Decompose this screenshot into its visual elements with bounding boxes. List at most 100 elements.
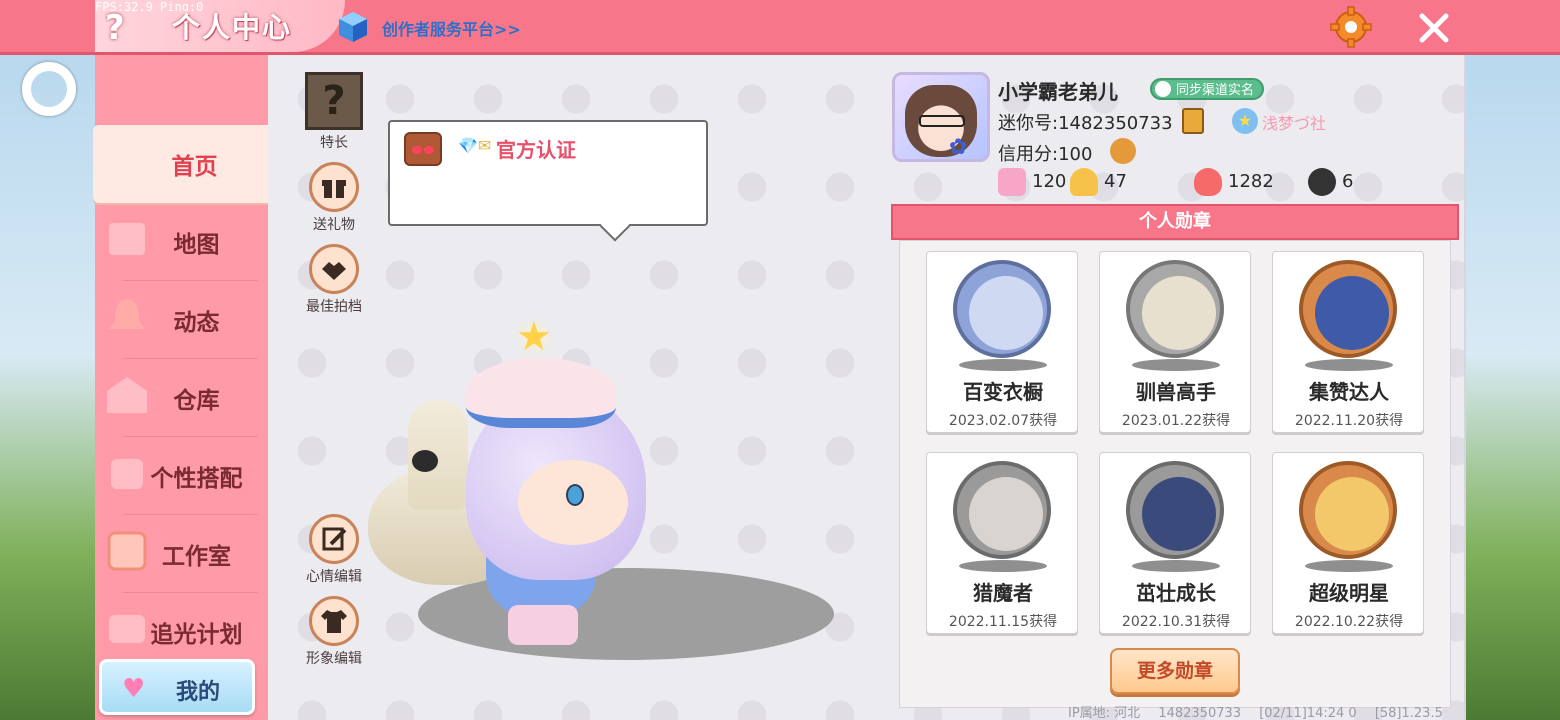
edit-icon xyxy=(309,514,359,564)
medal-card[interactable]: 百变衣橱 2023.02.07获得 xyxy=(926,251,1078,433)
stat-value: 47 xyxy=(1104,171,1127,192)
sidebar-item-label: 追光计划 xyxy=(150,622,243,648)
sidebar-item-warehouse[interactable]: 仓库 xyxy=(95,359,268,437)
scenery-background-right xyxy=(1465,55,1560,720)
medal-wardrobe-icon xyxy=(953,260,1051,358)
sidebar-item-label: 首页 xyxy=(171,154,218,180)
swan-pet-beak xyxy=(412,450,438,472)
medal-section-header: 个人勋章 xyxy=(891,204,1459,240)
realname-badge-text: 同步渠道实名 xyxy=(1176,83,1255,98)
handshake-icon xyxy=(309,244,359,294)
medal-date: 2022.11.20获得 xyxy=(1294,413,1404,429)
shirt-icon xyxy=(309,596,359,646)
medal-card[interactable]: 集赞达人 2022.11.20获得 xyxy=(1272,251,1424,433)
medal-date: 2023.01.22获得 xyxy=(1121,413,1231,429)
medal-hunter-icon xyxy=(953,461,1051,559)
rose-icon: ✿ xyxy=(949,135,968,160)
mood-edit-label: 心情编辑 xyxy=(306,569,362,585)
status-bubble: 💎✉ 官方认证 xyxy=(388,120,708,242)
medal-card[interactable]: 驯兽高手 2023.01.22获得 xyxy=(1099,251,1251,433)
scenery-background-left xyxy=(0,55,95,720)
sidebar-item-feed[interactable]: 动态 xyxy=(95,281,268,359)
top-bar: FPS:32.9 Ping:0 ? 个人中心 创作者服务平台>> xyxy=(0,0,1560,55)
sidebar-item-label: 我的 xyxy=(176,680,221,705)
medal-tamer-icon xyxy=(1126,260,1224,358)
sidebar-item-mine[interactable]: ♥ 我的 xyxy=(99,659,255,715)
best-partner-button[interactable]: 最佳拍档 xyxy=(296,244,372,316)
stat-value: 120 xyxy=(1032,171,1067,192)
medal-pedestal xyxy=(1305,560,1393,572)
gem-badge-icon: 💎✉ xyxy=(458,136,492,155)
official-verified-text: 官方认证 xyxy=(496,138,576,162)
hearts-icon xyxy=(1308,168,1336,196)
more-medals-button[interactable]: 更多勋章 xyxy=(1110,648,1240,694)
medal-date: 2022.10.22获得 xyxy=(1294,614,1404,630)
medal-date: 2022.10.31获得 xyxy=(1121,614,1231,630)
credit-score: 信用分:100 xyxy=(998,144,1093,165)
specialty-label: 特长 xyxy=(320,135,348,151)
help-icon[interactable]: ? xyxy=(105,8,125,48)
specialty-button[interactable]: ? 特长 xyxy=(296,72,372,152)
send-gift-label: 送礼物 xyxy=(313,217,355,233)
medal-date: 2022.11.15获得 xyxy=(948,614,1058,630)
medal-card[interactable]: 猎魔者 2022.11.15获得 xyxy=(926,452,1078,634)
medal-pedestal xyxy=(959,560,1047,572)
plus-card-icon xyxy=(998,168,1026,196)
fans-icon xyxy=(1070,168,1098,196)
character-hat xyxy=(466,358,616,428)
person-icon[interactable] xyxy=(1110,138,1136,164)
best-partner-label: 最佳拍档 xyxy=(306,299,362,315)
character-legs xyxy=(508,605,578,645)
clan-star-icon[interactable]: ★ xyxy=(1232,108,1258,134)
glasses-icon xyxy=(919,115,965,127)
stat-value: 6 xyxy=(1342,171,1354,192)
avatar[interactable]: ✿ xyxy=(892,72,990,162)
record-button-icon[interactable] xyxy=(22,62,76,116)
medal-pedestal xyxy=(1305,359,1393,371)
medal-name: 猎魔者 xyxy=(973,581,1033,605)
medal-pedestal xyxy=(1132,359,1220,371)
sidebar-item-studio[interactable]: 工作室 xyxy=(95,515,268,593)
medal-date: 2023.02.07获得 xyxy=(948,413,1058,429)
page-title: 个人中心 xyxy=(172,11,293,44)
gear-icon[interactable] xyxy=(1330,6,1372,48)
sidebar-item-outfit[interactable]: 个性搭配 xyxy=(95,437,268,515)
look-edit-label: 形象编辑 xyxy=(306,651,362,667)
medal-name: 超级明星 xyxy=(1309,581,1389,605)
medal-growth-icon xyxy=(1126,461,1224,559)
send-gift-button[interactable]: 送礼物 xyxy=(296,162,372,234)
sidebar-item-label: 个性搭配 xyxy=(150,466,243,492)
character-eye xyxy=(566,484,584,506)
medal-name: 百变衣橱 xyxy=(963,380,1043,404)
ip-location: IP属地: 河北 xyxy=(1068,706,1141,720)
close-icon[interactable] xyxy=(1416,10,1452,46)
footer-time: [02/11]14:24 0 xyxy=(1259,706,1357,720)
creator-platform-link[interactable]: 创作者服务平台>> xyxy=(382,16,521,40)
look-edit-button[interactable]: 形象编辑 xyxy=(296,596,372,668)
medal-name: 茁壮成长 xyxy=(1136,581,1216,605)
mood-edit-button[interactable]: 心情编辑 xyxy=(296,514,372,586)
sidebar-item-home[interactable]: 首页 xyxy=(93,125,268,203)
copy-icon[interactable] xyxy=(1182,108,1204,134)
question-block-icon: ? xyxy=(305,72,363,130)
nickname: 小学霸老弟儿 xyxy=(998,80,1118,104)
medal-likes-icon xyxy=(1299,260,1397,358)
cube-icon[interactable] xyxy=(337,10,369,44)
stat-value: 1282 xyxy=(1228,171,1274,192)
footer-version: [58]1.23.5 xyxy=(1374,706,1443,720)
medal-name: 集赞达人 xyxy=(1309,380,1389,404)
sidebar-item-label: 地图 xyxy=(173,232,220,258)
medal-pedestal xyxy=(1132,560,1220,572)
sidebar-item-map[interactable]: 地图 xyxy=(95,203,268,281)
fire-icon xyxy=(1194,168,1222,196)
gift-icon xyxy=(309,162,359,212)
mini-id: 迷你号:1482350733 xyxy=(998,113,1173,134)
sidebar-item-label: 工作室 xyxy=(162,544,231,570)
emoji-face-icon xyxy=(404,132,442,166)
clan-name[interactable]: 浅梦づ社 xyxy=(1262,110,1326,134)
medal-card[interactable]: 茁壮成长 2022.10.31获得 xyxy=(1099,452,1251,634)
sidebar: 首页 地图 动态 仓库 个性搭配 工作室 追光计划 ♥ 我的 xyxy=(93,55,268,720)
star-icon: ★ xyxy=(516,314,552,360)
medal-pedestal xyxy=(959,359,1047,371)
medal-card[interactable]: 超级明星 2022.10.22获得 xyxy=(1272,452,1424,634)
